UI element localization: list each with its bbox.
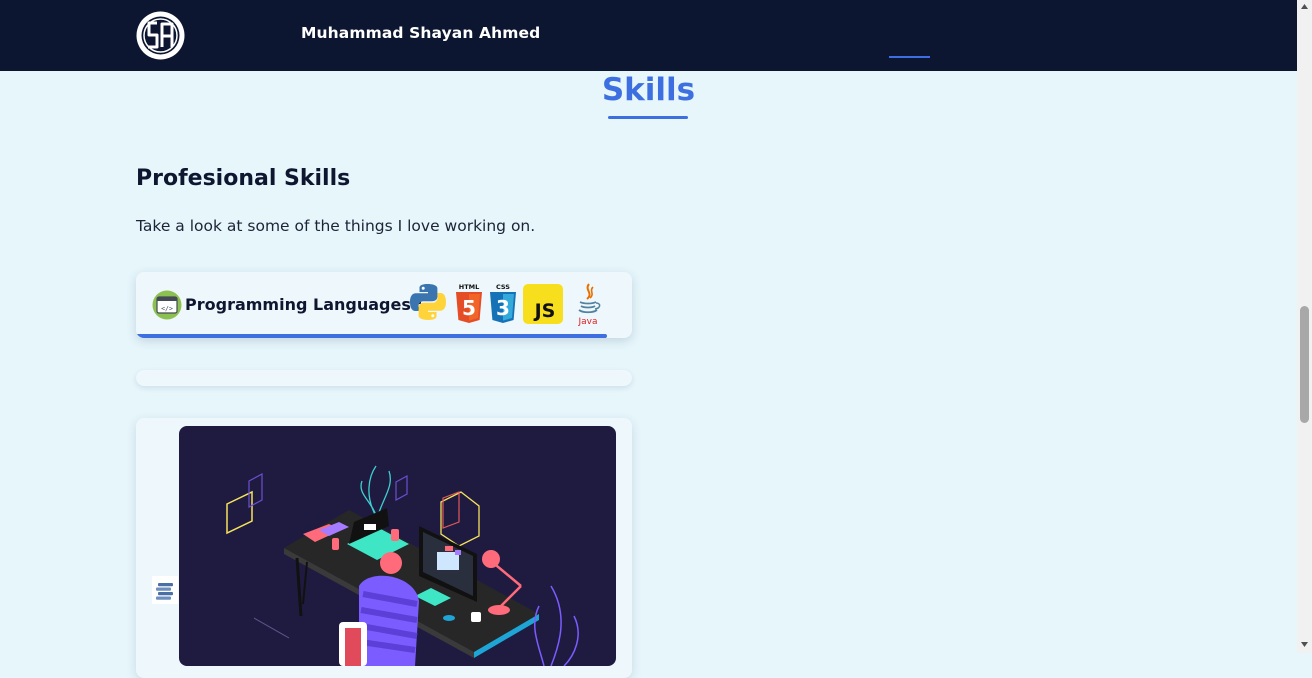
scroll-up-arrow-icon[interactable]: [1300, 2, 1309, 11]
html5-badge: 5: [462, 296, 476, 320]
java-caption: Java: [577, 317, 597, 327]
skill-card-collapsed[interactable]: [136, 370, 632, 386]
scrollbar-thumb[interactable]: [1300, 306, 1309, 423]
html5-icon: HTML 5: [456, 283, 482, 323]
scroll-down-arrow-icon[interactable]: [1300, 640, 1309, 649]
css3-badge: 3: [496, 296, 510, 320]
navbar: Muhammad Shayan Ahmed: [0, 0, 1297, 71]
code-window-icon: </>: [152, 290, 182, 320]
section-title: Skills: [601, 72, 696, 108]
python-icon: [410, 284, 446, 320]
skill-card-label: Programming Languages :: [185, 295, 423, 314]
html5-caption: HTML: [459, 283, 479, 291]
svg-text:</>: </>: [161, 305, 173, 313]
skill-progress-bar: [136, 334, 607, 338]
active-nav-indicator: [889, 56, 930, 58]
java-icon: Java: [577, 283, 601, 327]
skill-card-programming-languages[interactable]: </> Programming Languages : HTML 5 CSS 3…: [136, 272, 632, 338]
javascript-icon: JS: [523, 284, 563, 324]
sa-logo-icon[interactable]: [135, 10, 186, 61]
developer-desk-artwork: [226, 465, 579, 666]
section-title-underline: [608, 116, 688, 119]
developer-desk-illustration: [179, 426, 616, 666]
css3-caption: CSS: [496, 283, 510, 291]
section-description: Take a look at some of the things I love…: [136, 217, 536, 235]
brand-name[interactable]: Muhammad Shayan Ahmed: [301, 24, 540, 42]
css3-icon: CSS 3: [490, 283, 516, 323]
subheading: Profesional Skills: [136, 166, 351, 191]
vertical-scrollbar[interactable]: [1297, 0, 1312, 653]
javascript-badge: JS: [533, 300, 556, 322]
database-servers-icon: [152, 576, 178, 604]
